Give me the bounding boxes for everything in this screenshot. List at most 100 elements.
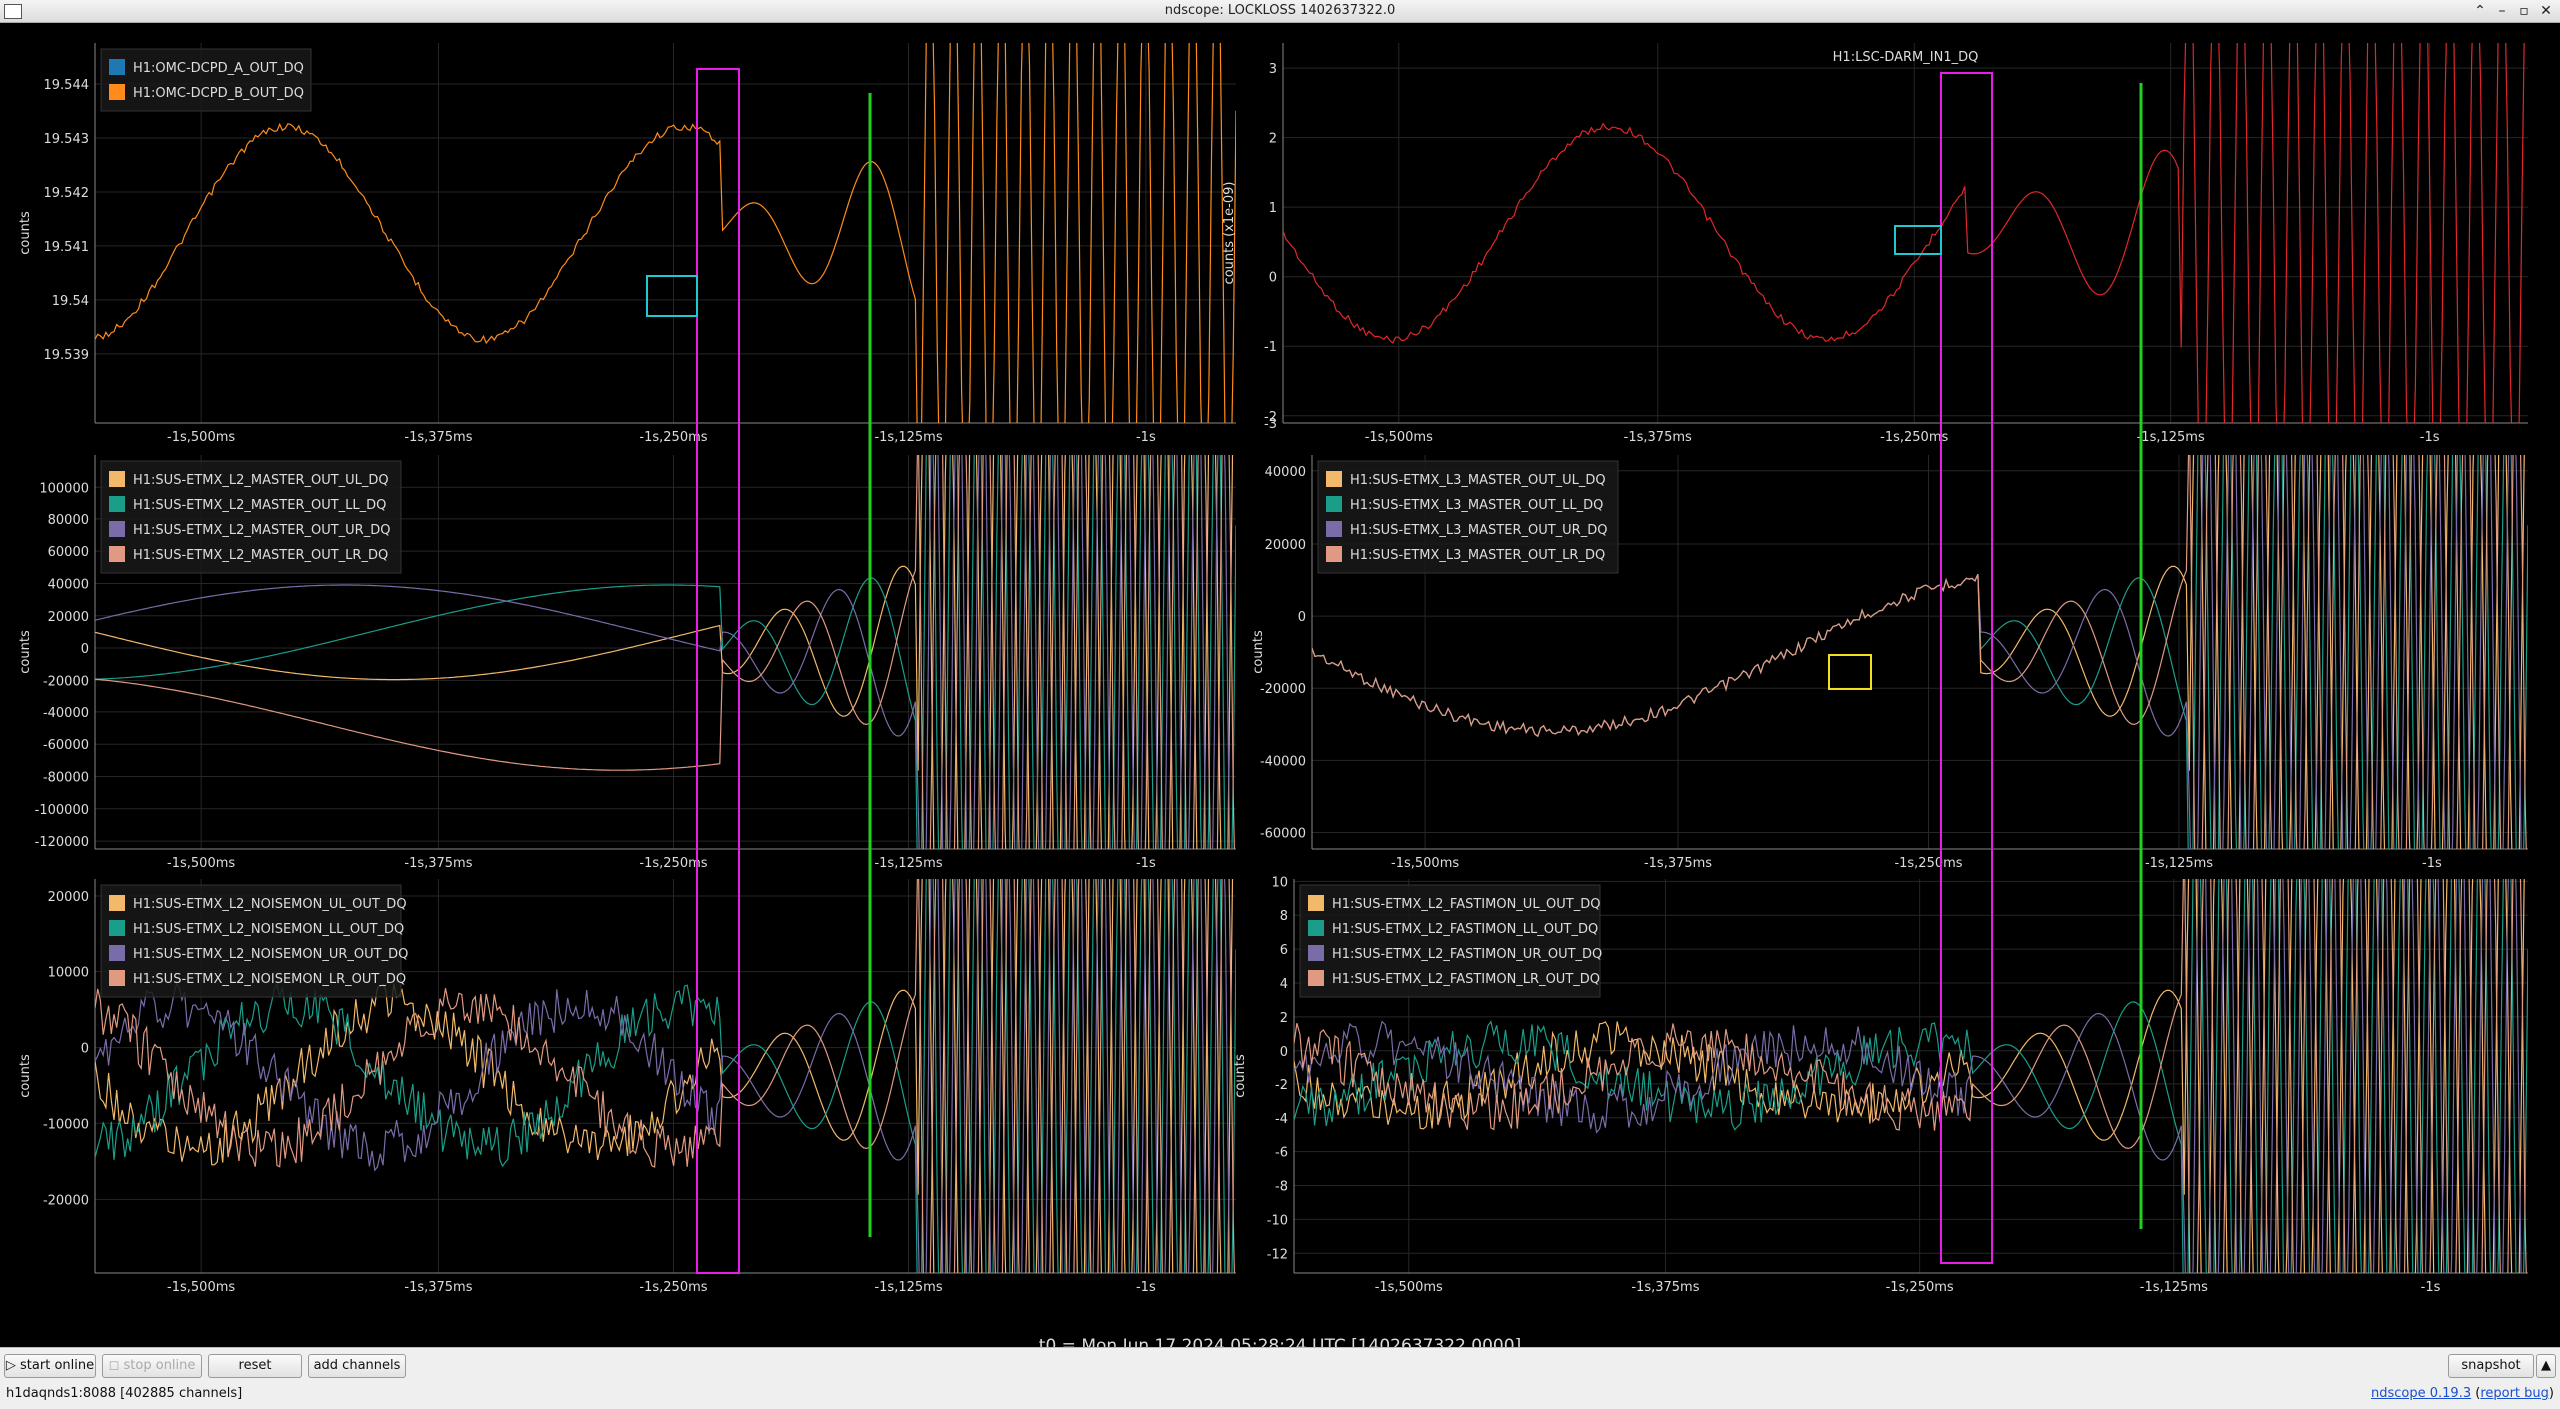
plot-area[interactable]: 19.544 19.543 19.542 19.541 19.54 19.539 -1s,5…	[0, 23, 2560, 1356]
y-tick-label: 6	[1280, 943, 1288, 958]
version-link[interactable]: ndscope 0.19.3	[2371, 1386, 2471, 1401]
legend-swatch	[109, 471, 125, 487]
legend-swatch	[1326, 471, 1342, 487]
traces	[95, 879, 1236, 1273]
legend-swatch	[1308, 945, 1324, 961]
y-tick-label: 0	[1280, 1045, 1288, 1060]
y-tick-label: 19.542	[44, 186, 90, 201]
add-channels-button[interactable]: add channels	[308, 1354, 406, 1378]
y-tick-label: 10000	[48, 966, 89, 981]
window-close-button[interactable]: ✕	[2536, 1, 2556, 21]
window-maximize-button[interactable]: ▫	[2514, 1, 2534, 21]
y-axis-label: counts	[18, 630, 33, 674]
y-axis-label: counts	[1251, 630, 1266, 674]
plot-omc-dcpd[interactable]: 19.544 19.543 19.542 19.541 19.54 19.539 -1s,5…	[18, 23, 1236, 499]
plot-lsc-darm[interactable]: 3210-1-2-3-1s,500ms -1s,375ms -1s,250ms -1s…	[1222, 23, 2528, 499]
legend: H1:SUS-ETMX_L2_NOISEMON_UL_OUT_DQ H1:SUS-…	[100, 884, 408, 998]
y-tick-label: -60000	[1260, 826, 1306, 841]
y-tick-label: -12	[1267, 1247, 1288, 1262]
x-tick-label: -1s	[1136, 856, 1156, 871]
y-tick-label: -1	[1264, 340, 1277, 355]
traces	[1312, 455, 2528, 849]
traces	[1283, 43, 2525, 423]
cyan-highlight-box	[1894, 225, 1942, 255]
legend: H1:OMC-DCPD_A_OUT_DQ H1:OMC-DCPD_B_OUT_DQ	[100, 48, 312, 112]
y-tick-label: 100000	[39, 481, 89, 496]
y-tick-label: -80000	[43, 771, 89, 786]
plot-l2-master[interactable]: 100000 80000 60000 40000 20000 0 -20000 -40000 -…	[18, 376, 1236, 928]
window-title: ndscope: LOCKLOSS 1402637322.0	[1164, 3, 1396, 18]
x-tick-label: -1s,500ms	[1391, 856, 1459, 871]
plot-l3-master[interactable]: 40000 20000 0 -20000 -40000 -60000 -1s,500ms -1…	[1251, 376, 2528, 928]
y-tick-label: -20000	[43, 674, 89, 689]
connection-status: h1daqnds1:8088 [402885 channels]	[6, 1386, 243, 1401]
y-tick-label: 2	[1280, 1011, 1288, 1026]
annotations	[646, 68, 2143, 1274]
reset-button[interactable]: reset	[208, 1354, 302, 1378]
x-tick-label: -1s,500ms	[1365, 430, 1433, 445]
play-icon: ▷	[5, 1358, 21, 1373]
y-tick-label: -8	[1275, 1180, 1288, 1195]
y-tick-label: 19.54	[52, 294, 89, 309]
version-info: ndscope 0.19.3 (report bug)	[2371, 1386, 2554, 1401]
x-tick-label: -1s,375ms	[1631, 1280, 1699, 1295]
legend-label: H1:OMC-DCPD_B_OUT_DQ	[133, 86, 304, 101]
yellow-highlight-box	[1828, 654, 1872, 690]
y-axis-label: counts	[18, 1054, 33, 1098]
x-tick-label: -1s,250ms	[1894, 856, 1962, 871]
start-online-button[interactable]: ▷ start online	[4, 1354, 96, 1378]
y-tick-label: 8	[1280, 909, 1288, 924]
legend-label: H1:SUS-ETMX_L2_MASTER_OUT_UR_DQ	[133, 523, 390, 538]
legend-label: H1:SUS-ETMX_L2_NOISEMON_LR_OUT_DQ	[133, 972, 406, 987]
start-online-label: start online	[20, 1358, 95, 1373]
report-bug-link[interactable]: report bug	[2480, 1386, 2549, 1401]
plot-l2-noisemon[interactable]: 20000 10000 0 -10000 -20000 -1s,500ms -1s,375m…	[18, 800, 1236, 1346]
legend-label: H1:SUS-ETMX_L3_MASTER_OUT_LL_DQ	[1350, 498, 1603, 513]
y-tick-label: 2	[1269, 132, 1277, 147]
y-axis-label: counts	[18, 211, 33, 255]
legend-label: H1:SUS-ETMX_L3_MASTER_OUT_UL_DQ	[1350, 473, 1606, 488]
y-tick-label: -40000	[1260, 754, 1306, 769]
x-tick-label: -1s	[1136, 430, 1156, 445]
y-tick-label: -6	[1275, 1146, 1288, 1161]
legend-label: H1:SUS-ETMX_L2_NOISEMON_LL_OUT_DQ	[133, 922, 404, 937]
y-tick-label: 80000	[48, 513, 89, 528]
legend-swatch	[109, 59, 125, 75]
x-tick-label: -1s,375ms	[404, 430, 472, 445]
y-tick-label: 60000	[48, 545, 89, 560]
legend-box	[100, 48, 312, 112]
legend-swatch	[109, 546, 125, 562]
x-tick-label: -1s,500ms	[167, 856, 235, 871]
y-tick-label: -40000	[43, 706, 89, 721]
x-tick-label: -1s	[2422, 856, 2442, 871]
snapshot-button[interactable]: snapshot	[2448, 1354, 2534, 1378]
legend-swatch	[109, 84, 125, 100]
legend-label: H1:SUS-ETMX_L3_MASTER_OUT_LR_DQ	[1350, 548, 1605, 563]
x-tick-label: -1s,250ms	[1886, 1280, 1954, 1295]
x-tick-label: -1s,375ms	[1644, 856, 1712, 871]
y-tick-label: 19.539	[44, 348, 90, 363]
legend-swatch	[109, 496, 125, 512]
legend-swatch	[1308, 895, 1324, 911]
y-tick-label: 10	[1271, 875, 1288, 890]
y-tick-label: -60000	[43, 738, 89, 753]
y-tick-label: 4	[1280, 977, 1288, 992]
cyan-highlight-box	[646, 275, 698, 317]
window-shade-button[interactable]: ⌃	[2470, 1, 2490, 21]
plot-title: H1:LSC-DARM_IN1_DQ	[1833, 50, 1979, 65]
legend-label: H1:OMC-DCPD_A_OUT_DQ	[133, 61, 304, 76]
x-tick-label: -1s	[2420, 430, 2440, 445]
y-tick-label: 20000	[48, 610, 89, 625]
x-tick-label: -1s,375ms	[404, 1280, 472, 1295]
plots-canvas[interactable]: 19.544 19.543 19.542 19.541 19.54 19.539 -1s,5…	[0, 23, 2560, 1346]
y-tick-label: 0	[81, 642, 89, 657]
plot-l2-fastimon[interactable]: 10 8 6 4 2 0 -2 -4 -6 -8 -10 -12 -1s,500ms -1s,375ms -…	[1233, 800, 2528, 1346]
y-tick-label: 40000	[48, 577, 89, 592]
legend-swatch	[109, 945, 125, 961]
x-tick-label: -1s,125ms	[2140, 1280, 2208, 1295]
y-tick-label: 0	[1298, 610, 1306, 625]
expand-icon[interactable]: ▲	[2536, 1354, 2556, 1378]
x-tick-label: -1s,125ms	[874, 856, 942, 871]
y-tick-label: 40000	[1265, 465, 1306, 480]
window-minimize-button[interactable]: –	[2492, 1, 2512, 21]
